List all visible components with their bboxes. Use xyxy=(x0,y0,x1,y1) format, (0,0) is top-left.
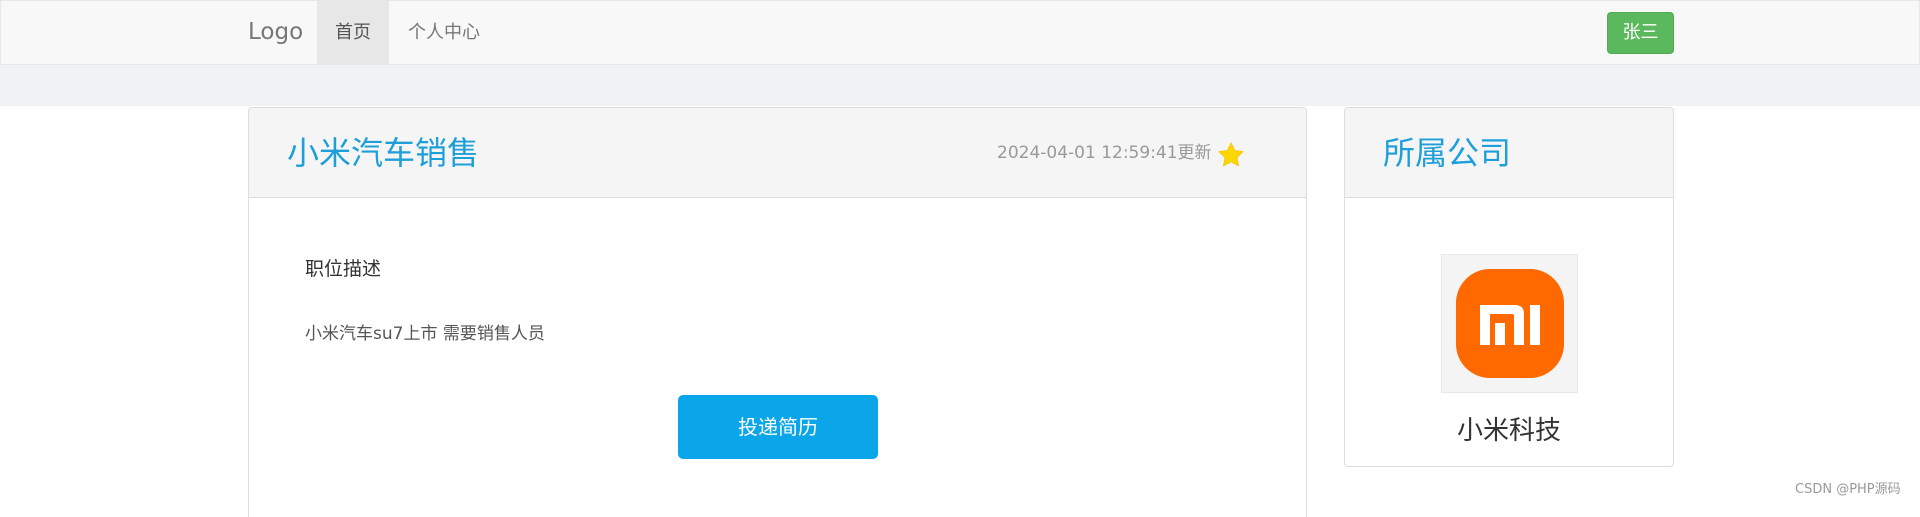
star-icon[interactable] xyxy=(1216,140,1246,170)
page-band xyxy=(0,65,1920,106)
job-description-heading: 职位描述 xyxy=(305,258,382,280)
company-heading: 所属公司 xyxy=(1383,134,1512,172)
job-title: 小米汽车销售 xyxy=(287,134,480,172)
user-button[interactable]: 张三 xyxy=(1607,12,1674,54)
nav-item-profile[interactable]: 个人中心 xyxy=(390,1,498,64)
apply-resume-button[interactable]: 投递简历 xyxy=(678,395,878,459)
company-logo-frame[interactable] xyxy=(1441,254,1578,393)
xiaomi-logo-icon xyxy=(1456,269,1564,378)
watermark: CSDN @PHP源码 xyxy=(1795,482,1901,497)
brand-logo-link[interactable]: Logo xyxy=(248,1,303,64)
job-description-text: 小米汽车su7上市 需要销售人员 xyxy=(305,324,545,344)
job-updated-time: 2024-04-01 12:59:41更新 xyxy=(997,143,1212,163)
nav-item-home[interactable]: 首页 xyxy=(317,1,389,64)
top-navbar: Logo 首页 个人中心 张三 xyxy=(0,0,1920,65)
job-panel-heading: 小米汽车销售 2024-04-01 12:59:41更新 xyxy=(249,108,1306,198)
company-panel: 所属公司 小米科技 xyxy=(1344,107,1674,467)
company-panel-heading: 所属公司 xyxy=(1345,108,1673,198)
company-name: 小米科技 xyxy=(1456,416,1561,446)
job-panel: 小米汽车销售 2024-04-01 12:59:41更新 职位描述 小米汽车su… xyxy=(248,107,1307,517)
